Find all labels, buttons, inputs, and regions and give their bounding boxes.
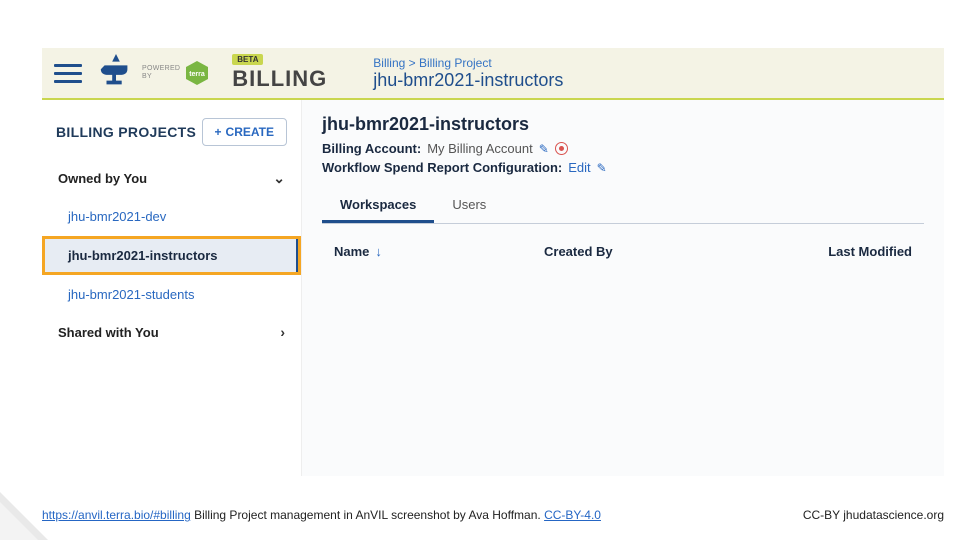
create-button[interactable]: + CREATE xyxy=(202,118,287,146)
hamburger-menu-icon[interactable] xyxy=(54,59,82,87)
page-title: BILLING xyxy=(232,66,327,92)
sidebar-section-label: Owned by You xyxy=(58,171,147,186)
billing-account-label: Billing Account: xyxy=(322,141,421,156)
caption-text: Billing Project management in AnVIL scre… xyxy=(191,508,544,522)
chevron-down-icon: ⌄ xyxy=(273,170,285,187)
svg-text:terra: terra xyxy=(189,71,205,78)
body-area: BILLING PROJECTS + CREATE Owned by You ⌄… xyxy=(42,100,944,476)
chevron-right-icon: › xyxy=(280,324,285,340)
project-title: jhu-bmr2021-instructors xyxy=(322,114,924,135)
table-header-row: Name ↓ Created By Last Modified xyxy=(322,224,924,267)
terra-logo-icon: terra xyxy=(184,60,210,86)
sort-arrow-down-icon[interactable]: ↓ xyxy=(375,244,382,259)
powered-by-terra: POWERED BY terra xyxy=(142,60,210,86)
sidebar-project-item[interactable]: jhu-bmr2021-students xyxy=(42,275,301,314)
column-last-modified[interactable]: Last Modified xyxy=(754,244,912,259)
sidebar-project-item[interactable]: jhu-bmr2021-dev xyxy=(42,197,301,236)
delete-icon[interactable] xyxy=(555,142,568,155)
beta-badge: BETA xyxy=(232,54,263,65)
billing-account-row: Billing Account: My Billing Account ✎ xyxy=(322,141,924,156)
caption-bar: https://anvil.terra.bio/#billing Billing… xyxy=(42,508,944,522)
workflow-edit-link[interactable]: Edit xyxy=(568,160,590,175)
license-link[interactable]: CC-BY-4.0 xyxy=(544,508,601,522)
sidebar-section-shared[interactable]: Shared with You › xyxy=(42,314,301,350)
page-subtitle: jhu-bmr2021-instructors xyxy=(373,70,563,91)
app-frame: POWERED BY terra BETA BILLING Billing > … xyxy=(42,48,944,476)
anvil-logo-icon xyxy=(100,54,132,92)
corner-fold-decoration xyxy=(0,492,48,540)
sidebar-project-item-selected[interactable]: jhu-bmr2021-instructors xyxy=(42,236,301,275)
header-bar: POWERED BY terra BETA BILLING Billing > … xyxy=(42,48,944,100)
powered-by-label: POWERED BY xyxy=(142,65,180,81)
main-panel: jhu-bmr2021-instructors Billing Account:… xyxy=(302,100,944,476)
billing-account-value: My Billing Account xyxy=(427,141,533,156)
tab-workspaces[interactable]: Workspaces xyxy=(322,189,434,223)
sidebar: BILLING PROJECTS + CREATE Owned by You ⌄… xyxy=(42,100,302,476)
tab-users[interactable]: Users xyxy=(434,189,504,223)
workflow-config-row: Workflow Spend Report Configuration: Edi… xyxy=(322,160,924,175)
sidebar-section-owned[interactable]: Owned by You ⌄ xyxy=(42,160,301,197)
edit-pencil-icon[interactable]: ✎ xyxy=(597,161,607,175)
column-name[interactable]: Name xyxy=(334,244,369,259)
breadcrumb-parent-link[interactable]: Billing xyxy=(373,56,405,70)
edit-pencil-icon[interactable]: ✎ xyxy=(539,142,549,156)
breadcrumb-separator: > xyxy=(405,56,419,70)
column-created-by[interactable]: Created By xyxy=(544,244,754,259)
page-title-group: BETA BILLING xyxy=(232,54,327,92)
source-url-link[interactable]: https://anvil.terra.bio/#billing xyxy=(42,508,191,522)
sidebar-title: BILLING PROJECTS xyxy=(56,124,196,140)
sidebar-section-label: Shared with You xyxy=(58,325,159,340)
create-button-label: CREATE xyxy=(226,125,274,139)
plus-icon: + xyxy=(215,125,222,139)
breadcrumb-current: Billing Project xyxy=(419,56,492,70)
attribution-text: CC-BY jhudatascience.org xyxy=(803,508,944,522)
breadcrumb: Billing > Billing Project jhu-bmr2021-in… xyxy=(373,56,563,91)
tabs: Workspaces Users xyxy=(322,189,924,224)
workflow-config-label: Workflow Spend Report Configuration: xyxy=(322,160,562,175)
